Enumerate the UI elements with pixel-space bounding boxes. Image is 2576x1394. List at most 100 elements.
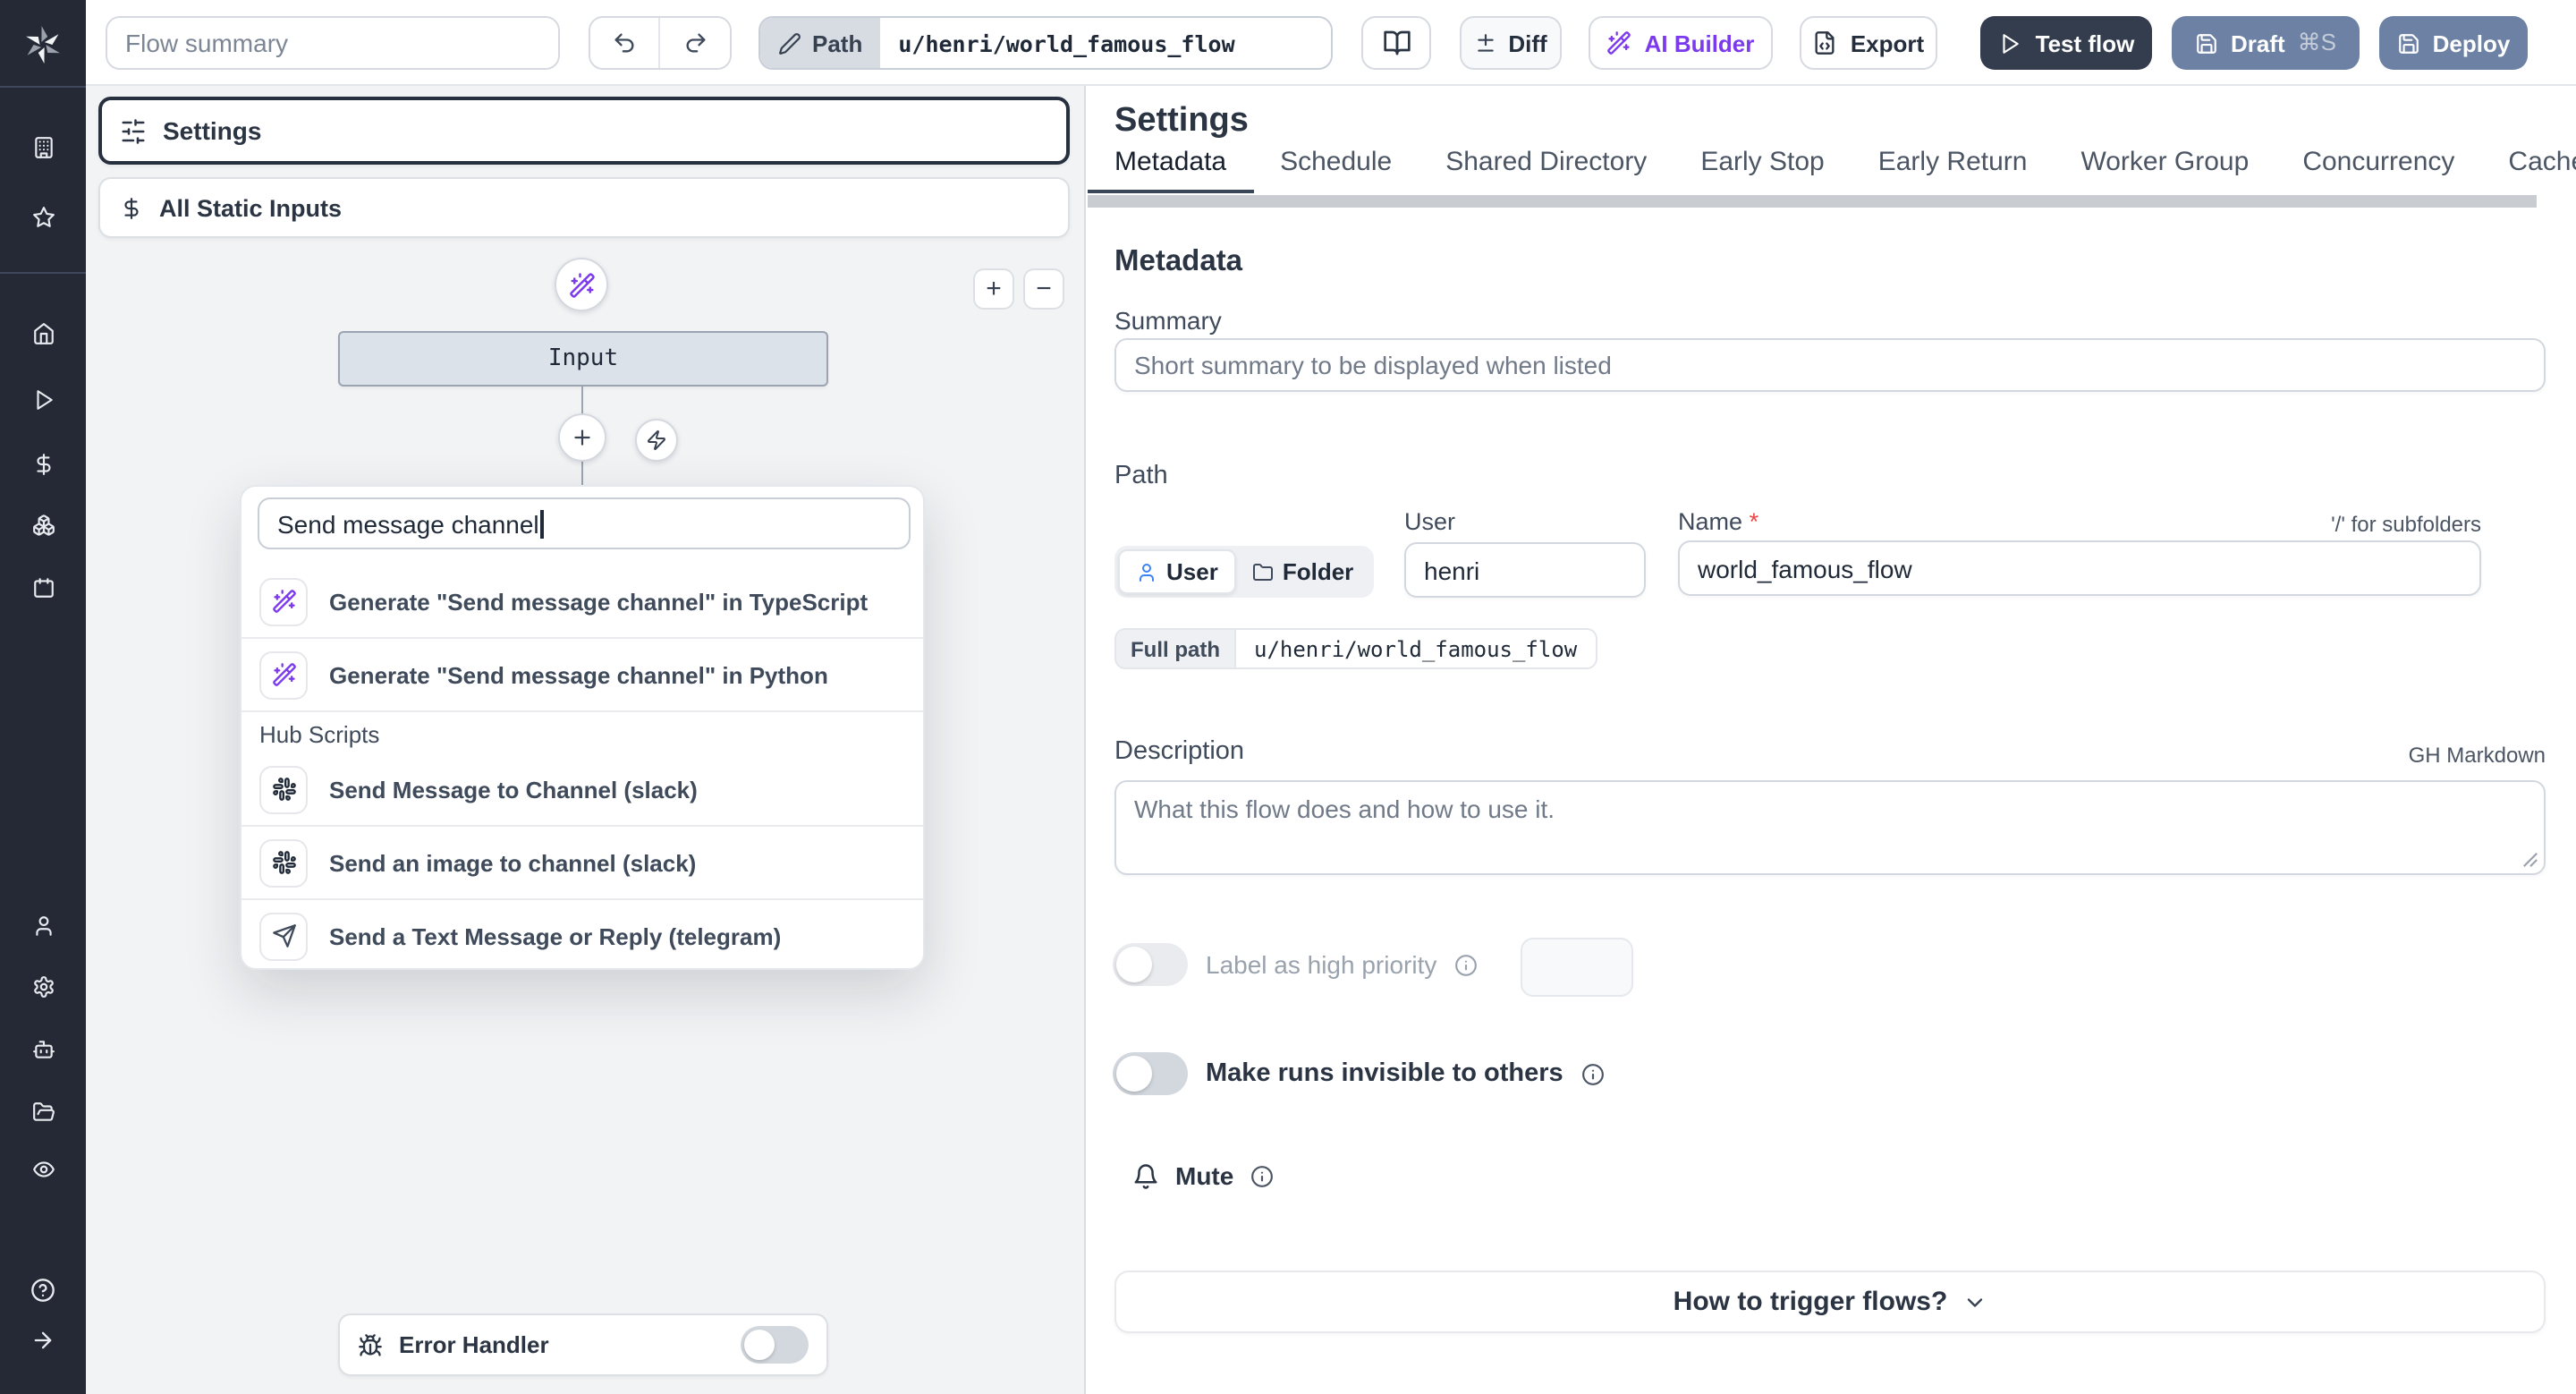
zoom-out-button[interactable]: − xyxy=(1023,268,1064,310)
static-inputs-node[interactable]: All Static Inputs xyxy=(98,177,1070,238)
invisible-runs-row: Make runs invisible to others xyxy=(1113,1052,1605,1095)
flow-summary-input[interactable]: Flow summary xyxy=(106,16,560,70)
ai-flow-builder-button[interactable] xyxy=(555,258,608,311)
text-cursor xyxy=(540,509,544,538)
nav-workers[interactable] xyxy=(21,1027,64,1070)
trigger-help-accordion[interactable]: How to trigger flows? xyxy=(1114,1271,2546,1333)
path-name-label: Name * xyxy=(1678,508,1759,535)
docs-button[interactable] xyxy=(1361,16,1431,70)
flow-settings-panel: Settings Metadata Schedule Shared Direct… xyxy=(1084,86,2576,1394)
nav-users[interactable] xyxy=(21,904,64,947)
chevron-down-icon xyxy=(1967,1297,1982,1306)
nav-variables[interactable] xyxy=(21,442,64,485)
add-step-button[interactable] xyxy=(558,413,606,462)
ai-builder-button[interactable]: AI Builder xyxy=(1589,16,1773,70)
result-telegram-send-message[interactable]: Send a Text Message or Reply (telegram) xyxy=(242,900,923,972)
full-path-row: Full path u/henri/world_famous_flow xyxy=(1114,628,1597,669)
path-name-input[interactable]: world_famous_flow xyxy=(1678,540,2481,596)
tab-metadata[interactable]: Metadata xyxy=(1088,147,1254,193)
result-generate-typescript[interactable]: Generate "Send message channel" in TypeS… xyxy=(242,565,923,637)
step-search-input[interactable]: Send message channel xyxy=(258,497,911,549)
nav-workspace[interactable] xyxy=(21,125,64,168)
wand-sparkles-icon xyxy=(259,577,308,625)
nav-resources[interactable] xyxy=(21,503,64,546)
input-node[interactable]: Input xyxy=(338,331,828,387)
nav-expand-sidebar[interactable] xyxy=(21,1319,64,1362)
wand-sparkles-icon xyxy=(1607,31,1631,55)
trigger-help-label: How to trigger flows? xyxy=(1673,1287,1948,1317)
undo-button[interactable] xyxy=(590,18,661,68)
deploy-button[interactable]: Deploy xyxy=(2379,16,2528,70)
nav-favorites[interactable] xyxy=(21,195,64,238)
nav-settings[interactable] xyxy=(21,965,64,1007)
slack-icon xyxy=(259,838,308,887)
tab-shared-directory[interactable]: Shared Directory xyxy=(1419,147,1674,193)
export-button[interactable]: Export xyxy=(1800,16,1937,70)
result-label: Generate "Send message channel" in Pytho… xyxy=(329,661,828,688)
description-textarea[interactable]: What this flow does and how to use it. xyxy=(1114,780,2546,875)
zoom-in-button[interactable]: + xyxy=(973,268,1014,310)
info-icon xyxy=(1455,954,1478,975)
nav-runs[interactable] xyxy=(21,378,64,421)
gear-icon xyxy=(33,975,53,997)
path-section-label: Path xyxy=(1114,462,1168,490)
sliders-icon xyxy=(122,118,145,143)
redo-icon xyxy=(685,33,705,53)
summary-input[interactable]: Short summary to be displayed when liste… xyxy=(1114,338,2546,392)
error-handler-node[interactable]: Error Handler xyxy=(338,1313,828,1376)
tabs-scrollbar[interactable] xyxy=(1088,195,2537,208)
add-trigger-button[interactable] xyxy=(635,419,678,462)
result-slack-send-message[interactable]: Send Message to Channel (slack) xyxy=(242,753,923,825)
hub-scripts-section-label: Hub Scripts xyxy=(259,721,380,748)
app: Flow summary Path u/henri/world_famous_f… xyxy=(0,0,2576,1394)
save-draft-button[interactable]: Draft ⌘S xyxy=(2172,16,2360,70)
info-icon xyxy=(1581,1063,1604,1084)
tab-schedule[interactable]: Schedule xyxy=(1253,147,1419,193)
flow-settings-node[interactable]: Settings xyxy=(98,97,1070,165)
zoom-out-label: − xyxy=(1036,274,1052,304)
test-flow-button[interactable]: Test flow xyxy=(1980,16,2152,70)
owner-kind-folder-button[interactable]: Folder xyxy=(1236,549,1369,594)
nav-help[interactable] xyxy=(21,1269,64,1312)
error-handler-toggle[interactable] xyxy=(741,1326,809,1364)
redo-button[interactable] xyxy=(660,18,730,68)
tab-cache[interactable]: Cache xyxy=(2481,147,2576,193)
flow-path-value[interactable]: u/henri/world_famous_flow xyxy=(880,18,1331,68)
invisible-runs-toggle[interactable] xyxy=(1113,1052,1188,1095)
invisible-runs-label: Make runs invisible to others xyxy=(1206,1059,1563,1088)
nav-folders[interactable] xyxy=(21,1090,64,1133)
draft-label: Draft xyxy=(2230,30,2285,56)
description-label: Description xyxy=(1114,737,1245,766)
resize-handle-icon[interactable] xyxy=(2522,852,2538,868)
high-priority-toggle[interactable] xyxy=(1113,943,1188,986)
star-icon xyxy=(32,206,54,226)
slack-icon xyxy=(259,765,308,813)
book-open-icon xyxy=(1383,30,1410,55)
dollar-icon xyxy=(36,453,50,474)
windmill-logo[interactable] xyxy=(21,23,64,66)
diff-button[interactable]: Diff xyxy=(1460,16,1562,70)
edit-path-button[interactable]: Path xyxy=(760,18,881,68)
result-label: Generate "Send message channel" in TypeS… xyxy=(329,588,869,615)
summary-placeholder: Short summary to be displayed when liste… xyxy=(1134,351,1612,379)
owner-kind-segmented: User Folder xyxy=(1114,546,1374,598)
owner-kind-user-button[interactable]: User xyxy=(1118,549,1236,594)
summary-label: Summary xyxy=(1114,306,1222,335)
tab-early-stop[interactable]: Early Stop xyxy=(1674,147,1851,193)
priority-value-input[interactable] xyxy=(1521,938,1633,997)
result-generate-python[interactable]: Generate "Send message channel" in Pytho… xyxy=(242,639,923,710)
nav-audit-logs[interactable] xyxy=(21,1147,64,1190)
result-slack-send-image[interactable]: Send an image to channel (slack) xyxy=(242,827,923,898)
path-user-input[interactable]: henri xyxy=(1404,542,1646,598)
nav-home[interactable] xyxy=(21,311,64,354)
folder-icon xyxy=(1252,563,1273,580)
building-icon xyxy=(34,136,52,157)
wand-sparkles-icon xyxy=(569,272,594,297)
result-label: Send Message to Channel (slack) xyxy=(329,776,698,803)
tab-early-return[interactable]: Early Return xyxy=(1852,147,2055,193)
tab-worker-group[interactable]: Worker Group xyxy=(2054,147,2275,193)
high-priority-label: Label as high priority xyxy=(1206,950,1437,979)
tab-concurrency[interactable]: Concurrency xyxy=(2275,147,2481,193)
step-picker-dropdown: Send message channel Generate "Send mess… xyxy=(240,485,925,970)
nav-schedules[interactable] xyxy=(21,565,64,608)
